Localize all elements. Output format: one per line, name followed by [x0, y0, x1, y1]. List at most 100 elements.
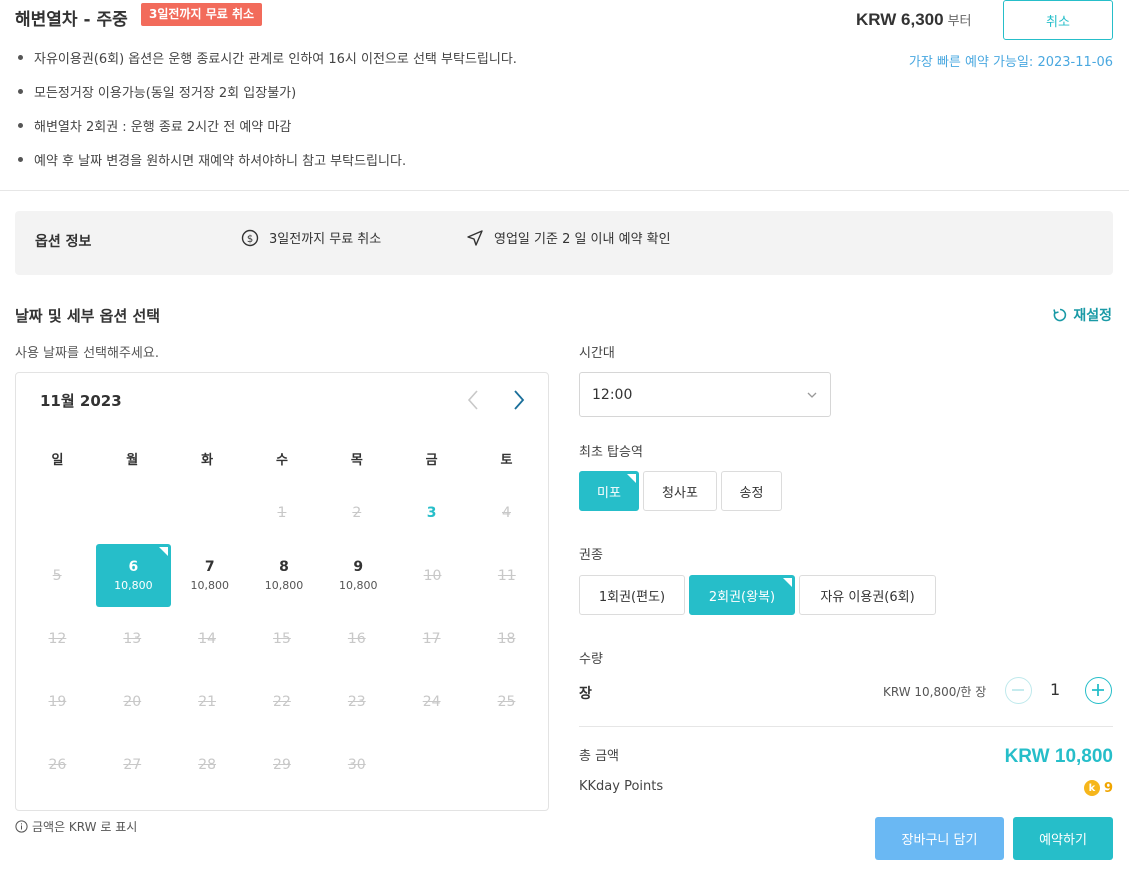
quantity-value: 1	[1050, 680, 1061, 699]
minus-icon	[1012, 689, 1024, 691]
day-number: 11	[497, 567, 516, 584]
quantity-unit: 장	[579, 686, 592, 702]
day-number: 28	[198, 756, 217, 773]
refresh-icon	[1053, 308, 1067, 322]
day-price: 10,800	[264, 579, 304, 592]
chevron-right-icon	[514, 390, 525, 410]
currency-note: 금액은 KRW 로 표시	[15, 818, 137, 835]
day-number: 20	[123, 693, 142, 710]
reset-button[interactable]: 재설정	[1052, 305, 1112, 325]
bullet-dot	[18, 156, 23, 162]
day-number: 22	[273, 693, 291, 710]
calendar-month: 11월 2023	[40, 392, 122, 410]
earliest-date: 가장 빠른 예약 가능일: 2023-11-06	[908, 55, 1113, 70]
weekday-label: 화	[201, 453, 214, 468]
weekday-label: 금	[425, 453, 438, 468]
day-number: 27	[123, 756, 142, 773]
day-number: 1	[277, 504, 287, 521]
ticket-option-free-pass[interactable]: 자유 이용권(6회)	[799, 575, 936, 615]
calendar-day-8[interactable]: 8 10,800	[247, 544, 321, 607]
calendar-day-20: 20	[95, 670, 170, 733]
calendar-day-16: 16	[319, 607, 394, 670]
prev-month-button[interactable]	[463, 387, 485, 413]
weekday-row: 일 월 화 수 목 금 토	[20, 436, 544, 481]
day-number: 25	[497, 693, 516, 710]
day-number: 9	[353, 559, 364, 575]
points-value: 9	[1103, 780, 1113, 796]
cancel-button[interactable]: 취소	[1003, 0, 1113, 40]
station-option-cheongsapo[interactable]: 청사포	[643, 471, 717, 511]
selected-corner	[783, 578, 792, 587]
note-text: 해변열차 2회권 : 운행 종료 2시간 전 예약 마감	[34, 119, 292, 135]
calendar-day-27: 27	[95, 733, 170, 796]
day-number: 8	[279, 559, 289, 575]
day-number: 7	[204, 559, 215, 575]
day-number: 2	[352, 504, 362, 521]
day-number: 29	[273, 756, 291, 773]
ticket-option-round-trip[interactable]: 2회권(왕복)	[689, 575, 795, 615]
calendar-day-9[interactable]: 9 10,800	[321, 544, 395, 607]
calendar-day-22: 22	[245, 670, 320, 733]
info-icon	[15, 820, 28, 833]
calendar-day-25: 25	[469, 670, 544, 733]
day-number: 3	[426, 504, 437, 521]
notes-list: 자유이용권(6회) 옵션은 운행 종료시간 관계로 인하여 16시 이전으로 선…	[18, 40, 517, 176]
calendar-day-23: 23	[319, 670, 394, 733]
time-select[interactable]: 12:00	[579, 372, 831, 417]
calendar-empty-cell	[394, 733, 469, 796]
day-number: 17	[422, 630, 441, 647]
calendar-day-3[interactable]: 3	[394, 481, 469, 544]
calendar-day-7[interactable]: 7 10,800	[173, 544, 247, 607]
note-text: 모든정거장 이용가능(동일 정거장 2회 입장불가)	[34, 85, 297, 101]
date-hint: 사용 날짜를 선택해주세요.	[15, 346, 159, 361]
calendar-empty-cell	[170, 481, 245, 544]
ticket-option-one-way[interactable]: 1회권(편도)	[579, 575, 685, 615]
ticket-option-label: 자유 이용권(6회)	[820, 589, 915, 605]
add-to-cart-button[interactable]: 장바구니 담기	[875, 817, 1004, 860]
free-cancel-text: 3일전까지 무료 취소	[269, 232, 382, 247]
calendar-day-5: 5	[20, 544, 94, 607]
calendar-week-row: 26 27 28 29 30	[20, 733, 544, 796]
calendar-week-row: 12 13 14 15 16 17 18	[20, 607, 544, 670]
next-month-button[interactable]	[507, 387, 529, 413]
station-option-songjeong[interactable]: 송정	[721, 471, 782, 511]
calendar-day-15: 15	[245, 607, 320, 670]
chevron-down-icon	[807, 392, 817, 398]
time-value: 12:00	[592, 386, 633, 403]
day-number: 18	[497, 630, 516, 647]
ticket-option-label: 2회권(왕복)	[708, 589, 776, 605]
day-number: 13	[123, 630, 142, 647]
time-label: 시간대	[579, 346, 615, 361]
day-number: 4	[502, 504, 511, 521]
calendar-day-4: 4	[469, 481, 544, 544]
day-number: 23	[347, 693, 366, 710]
option-info-box: 옵션 정보 $ 3일전까지 무료 취소 영업일 기준 2 일 이내 예약 확인	[15, 211, 1113, 275]
confirm-info: 영업일 기준 2 일 이내 예약 확인	[466, 228, 671, 247]
calendar-day-10: 10	[395, 544, 469, 607]
quantity-decrease-button[interactable]	[1005, 677, 1032, 704]
calendar: 11월 2023 일 월 화 수 목 금 토 1 2 3 4 5 6 10,800 7 10,8…	[15, 372, 549, 811]
station-options: 미포 청사포 송정	[579, 471, 782, 511]
note-text: 예약 후 날짜 변경을 원하시면 재예약 하셔야하니 참고 부탁드립니다.	[34, 153, 407, 169]
quantity-increase-button[interactable]	[1085, 677, 1112, 704]
price-value: KRW 6,300	[856, 10, 944, 29]
calendar-empty-cell	[95, 481, 170, 544]
calendar-days: 1 2 3 4 5 6 10,800 7 10,800 8 10,800 9 10,800 10 11 12 1…	[20, 481, 544, 796]
calendar-day-2: 2	[319, 481, 394, 544]
station-option-mipo[interactable]: 미포	[579, 471, 639, 511]
section-title: 날짜 및 세부 옵션 선택	[15, 307, 161, 325]
note-item: 자유이용권(6회) 옵션은 운행 종료시간 관계로 인하여 16시 이전으로 선…	[18, 40, 517, 74]
ticket-label: 권종	[579, 548, 603, 563]
reset-label: 재설정	[1073, 308, 1112, 324]
note-item: 모든정거장 이용가능(동일 정거장 2회 입장불가)	[18, 74, 517, 108]
product-title: 해변열차 - 주중	[15, 10, 128, 30]
calendar-week-row: 19 20 21 22 23 24 25	[20, 670, 544, 733]
book-button[interactable]: 예약하기	[1013, 817, 1113, 860]
note-item: 예약 후 날짜 변경을 원하시면 재예약 하셔야하니 참고 부탁드립니다.	[18, 142, 517, 176]
calendar-day-6[interactable]: 6 10,800	[96, 544, 171, 607]
day-number: 5	[52, 567, 62, 584]
ticket-option-label: 1회권(편도)	[598, 589, 666, 605]
weekday-label: 일	[51, 453, 64, 468]
day-number: 10	[423, 567, 442, 584]
calendar-day-18: 18	[469, 607, 544, 670]
